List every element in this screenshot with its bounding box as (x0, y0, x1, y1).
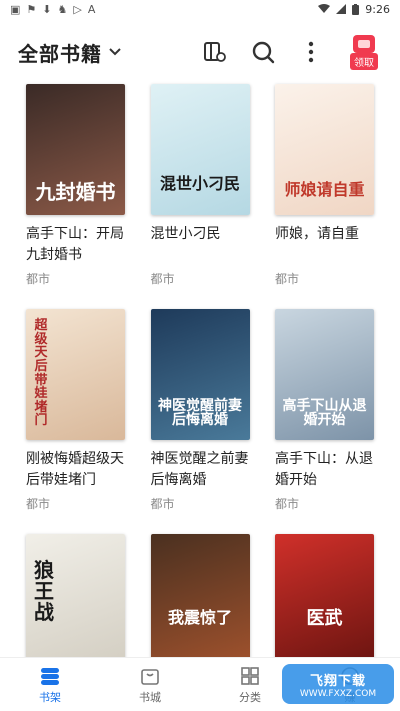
tab-label: 分类 (239, 690, 261, 704)
cover-title: 医武 (306, 608, 343, 629)
book-title[interactable]: 神医觉醒之前妻后悔离婚 (151, 449, 250, 491)
book-cover[interactable]: 混世小刁民 (150, 84, 250, 215)
more-vertical-icon[interactable] (298, 39, 324, 65)
book-row: 超级天后带娃堵门 刚被悔婚超级天后带娃堵门 都市 神医觉醒前妻后悔离婚 神医觉醒… (0, 309, 400, 512)
tab-label: 书架 (39, 690, 61, 704)
cover-title: 混世小刁民 (159, 174, 240, 194)
book-item[interactable]: 超级天后带娃堵门 刚被悔婚超级天后带娃堵门 都市 (26, 309, 125, 512)
battery-icon (352, 3, 360, 15)
tab-label: 书城 (139, 690, 161, 704)
tab-bookshelf[interactable]: 书架 (0, 658, 100, 711)
notification-icon: ▣ (10, 2, 21, 16)
site-watermark: 飞翔下载 WWW.FXXZ.COM (282, 664, 394, 704)
status-notification-icons: ▣ ⚑ ⬇ ♞ ▷ A (10, 3, 95, 16)
status-bar: ▣ ⚑ ⬇ ♞ ▷ A 9:26 (0, 0, 400, 18)
book-category: 都市 (150, 272, 175, 286)
book-item[interactable]: 师娘请自重 师娘，请自重 都市 (275, 84, 374, 287)
book-row: 狼王战 我震惊了 医武 (0, 534, 400, 665)
page-title[interactable]: 全部书籍 (18, 38, 102, 67)
bookshelf-icon (41, 667, 59, 685)
notification-icon: ⚑ (26, 2, 37, 16)
book-category: 都市 (26, 497, 51, 511)
status-time: 9:26 (365, 2, 390, 16)
book-title[interactable]: 刚被悔婚超级天后带娃堵门 (26, 449, 125, 491)
book-row: 九封婚书 高手下山：开局九封婚书 都市 混世小刁民 混世小刁民 都市 师娘请自重… (0, 84, 400, 287)
redeem-label: 领取 (350, 53, 378, 70)
book-item[interactable]: 我震惊了 (150, 534, 250, 665)
book-grid: 九封婚书 高手下山：开局九封婚书 都市 混世小刁民 混世小刁民 都市 师娘请自重… (0, 84, 400, 687)
header: 全部书籍 领取 (0, 30, 400, 74)
book-title[interactable]: 师娘，请自重 (275, 224, 374, 266)
wifi-icon (318, 4, 331, 13)
book-cover[interactable]: 九封婚书 (26, 84, 125, 215)
book-item[interactable]: 神医觉醒前妻后悔离婚 神医觉醒之前妻后悔离婚 都市 (150, 309, 250, 512)
book-title[interactable]: 高手下山：开局九封婚书 (26, 224, 125, 266)
book-cover[interactable]: 医武 (275, 534, 374, 665)
chevron-down-icon[interactable] (108, 45, 122, 59)
notification-icon: ♞ (57, 2, 68, 16)
cover-title: 我震惊了 (167, 608, 232, 627)
book-category: 都市 (275, 272, 300, 286)
cover-title: 师娘请自重 (284, 180, 365, 200)
watermark-title: 飞翔下载 (309, 673, 366, 689)
search-icon[interactable] (250, 39, 276, 65)
cover-title: 九封婚书 (35, 180, 116, 204)
category-grid-icon (241, 666, 259, 685)
tab-bookstore[interactable]: 书城 (100, 658, 200, 711)
download-icon: ⬇ (42, 2, 52, 16)
book-cover[interactable]: 师娘请自重 (275, 84, 374, 215)
bookstore-bag-icon (141, 668, 159, 685)
book-category: 都市 (275, 497, 300, 511)
cover-title: 超级天后带娃堵门 (34, 318, 48, 429)
book-item[interactable]: 九封婚书 高手下山：开局九封婚书 都市 (26, 84, 125, 287)
book-cover[interactable]: 超级天后带娃堵门 (26, 309, 125, 440)
cover-title: 狼王战 (34, 558, 54, 624)
book-item[interactable]: 高手下山从退婚开始 高手下山：从退婚开始 都市 (275, 309, 374, 512)
cover-title: 高手下山从退婚开始 (282, 397, 367, 429)
book-category: 都市 (150, 497, 175, 511)
book-cover[interactable]: 狼王战 (26, 534, 125, 665)
signal-icon (336, 4, 347, 14)
play-icon: ▷ (73, 2, 82, 16)
notification-icon: A (87, 2, 96, 16)
bookshelf-edit-icon[interactable] (202, 39, 228, 65)
book-item[interactable]: 医武 (275, 534, 374, 665)
book-item[interactable]: 混世小刁民 混世小刁民 都市 (150, 84, 250, 287)
book-category: 都市 (26, 272, 51, 286)
book-title[interactable]: 高手下山：从退婚开始 (275, 449, 374, 491)
cover-title: 神医觉醒前妻后悔离婚 (158, 397, 242, 429)
watermark-url: WWW.FXXZ.COM (299, 688, 377, 699)
book-cover[interactable]: 高手下山从退婚开始 (275, 309, 374, 440)
book-cover[interactable]: 神医觉醒前妻后悔离婚 (150, 309, 250, 440)
book-item[interactable]: 狼王战 (26, 534, 125, 665)
gift-icon (353, 35, 375, 53)
book-title[interactable]: 混世小刁民 (151, 224, 250, 266)
book-cover[interactable]: 我震惊了 (150, 534, 250, 665)
redeem-button[interactable]: 领取 (346, 34, 382, 70)
